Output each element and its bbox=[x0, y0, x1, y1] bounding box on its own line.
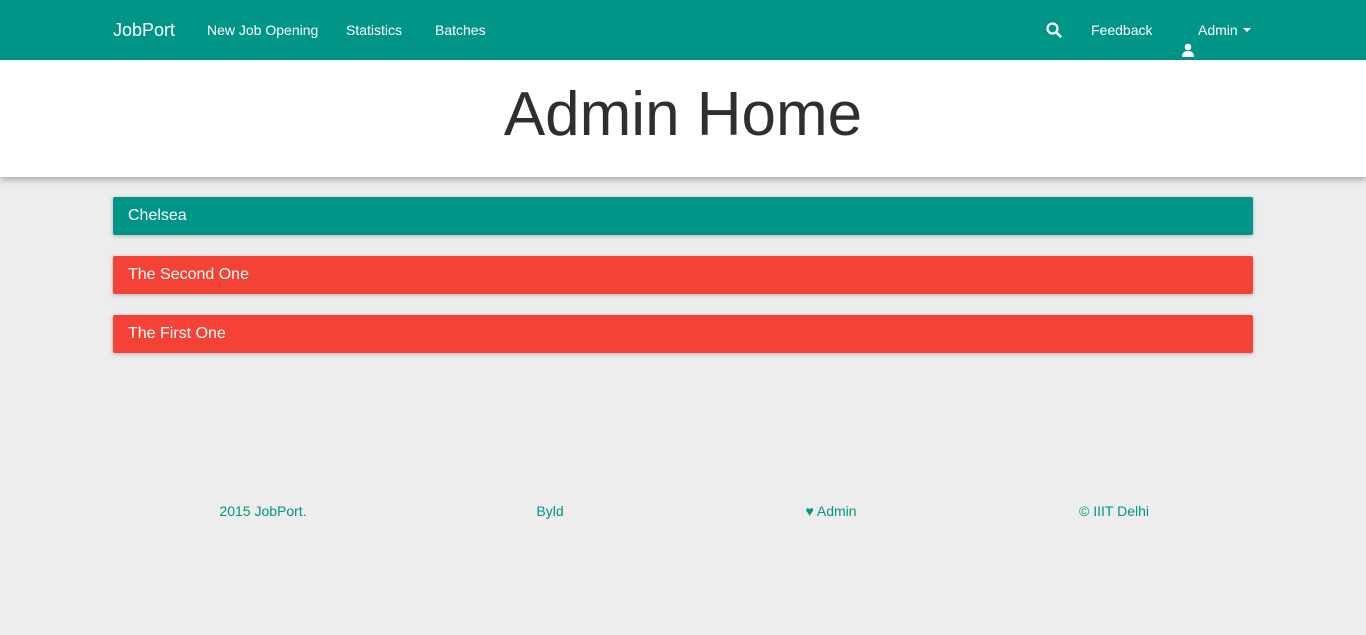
nav-new-job-opening[interactable]: New Job Opening bbox=[207, 0, 318, 60]
nav-feedback[interactable]: Feedback bbox=[1091, 0, 1152, 60]
page-title: Admin Home bbox=[503, 80, 863, 149]
search-icon[interactable] bbox=[1045, 21, 1063, 39]
footer-byld-link[interactable]: Byld bbox=[440, 502, 660, 520]
nav-batches[interactable]: Batches bbox=[435, 0, 486, 60]
admin-label: Admin bbox=[1198, 22, 1238, 38]
page-header: Admin Home bbox=[0, 60, 1366, 177]
user-icon bbox=[1181, 22, 1195, 58]
brand-link[interactable]: JobPort bbox=[113, 0, 175, 60]
batch-item-first-one[interactable]: The First One bbox=[113, 315, 1253, 353]
batch-item-chelsea[interactable]: Chelsea bbox=[113, 197, 1253, 235]
batch-item-second-one[interactable]: The Second One bbox=[113, 256, 1253, 294]
chevron-down-icon bbox=[1242, 28, 1251, 33]
nav-statistics[interactable]: Statistics bbox=[346, 0, 402, 60]
admin-dropdown[interactable]: Admin bbox=[1181, 0, 1251, 60]
footer-copyright-year: 2015 JobPort. bbox=[219, 503, 307, 519]
footer-admin-link[interactable]: ♥ Admin bbox=[721, 502, 941, 520]
navbar: JobPort New Job Opening Statistics Batch… bbox=[0, 0, 1366, 60]
footer-iiit-delhi-link[interactable]: © IIIT Delhi bbox=[1004, 502, 1224, 520]
